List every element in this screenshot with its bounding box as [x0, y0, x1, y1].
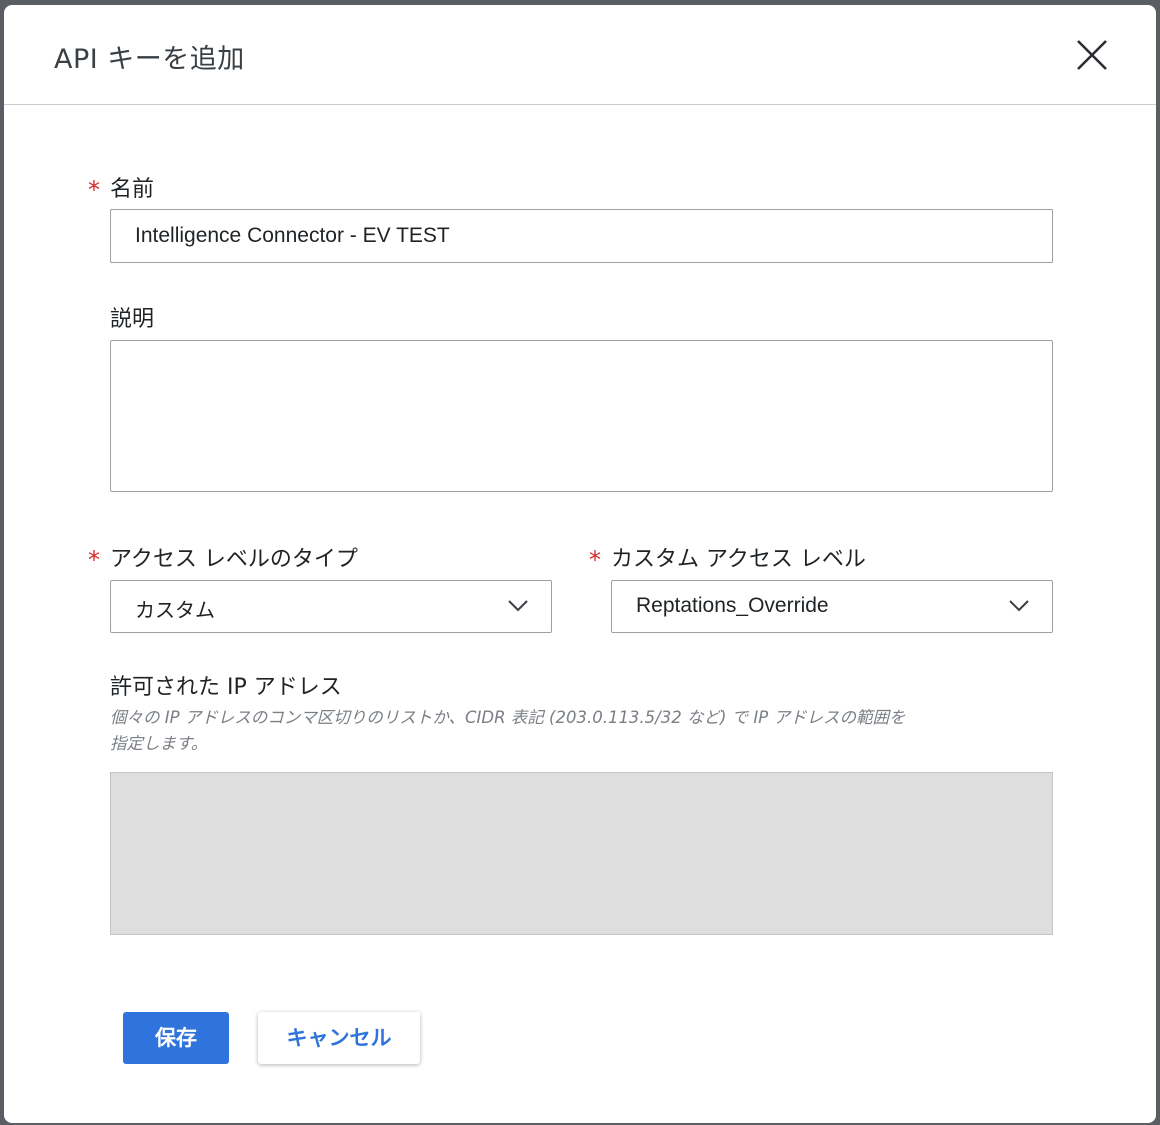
- add-api-key-dialog: API キーを追加 * 名前 説明 * アクセス レベルのタイプ カスタム * カスタ…: [4, 5, 1156, 1123]
- required-mark: *: [88, 546, 100, 574]
- cancel-button[interactable]: キャンセル: [258, 1012, 420, 1064]
- name-input[interactable]: [110, 209, 1053, 263]
- save-button[interactable]: 保存: [123, 1012, 229, 1064]
- access-level-type-label-text: アクセス レベルのタイプ: [110, 547, 358, 572]
- description-textarea[interactable]: [110, 340, 1053, 492]
- dialog-title: API キーを追加: [54, 44, 245, 75]
- chevron-down-icon: [1009, 600, 1029, 612]
- description-label: 説明: [110, 307, 155, 332]
- access-level-type-value: カスタム: [135, 598, 215, 622]
- custom-access-level-label-text: カスタム アクセス レベル: [611, 547, 866, 572]
- custom-access-level-select[interactable]: Reptations_Override: [611, 580, 1053, 633]
- allowed-ips-label: 許可された IP アドレス: [110, 675, 342, 700]
- access-level-type-select[interactable]: カスタム: [110, 580, 552, 633]
- allowed-ips-textarea[interactable]: [110, 772, 1053, 935]
- chevron-down-icon: [508, 600, 528, 612]
- required-mark: *: [589, 546, 601, 574]
- allowed-ips-hint: 個々の IP アドレスのコンマ区切りのリストか、CIDR 表記 (203.0.1…: [110, 708, 906, 753]
- custom-access-level-value: Reptations_Override: [636, 594, 829, 617]
- custom-access-level-label: * カスタム アクセス レベル: [589, 541, 866, 574]
- close-button[interactable]: [1070, 33, 1114, 77]
- name-label-text: 名前: [110, 177, 155, 202]
- close-icon: [1077, 40, 1107, 70]
- required-mark: *: [88, 176, 100, 204]
- name-label: * 名前: [88, 171, 155, 204]
- dialog-header: API キーを追加: [4, 5, 1156, 105]
- access-level-type-label: * アクセス レベルのタイプ: [88, 541, 358, 574]
